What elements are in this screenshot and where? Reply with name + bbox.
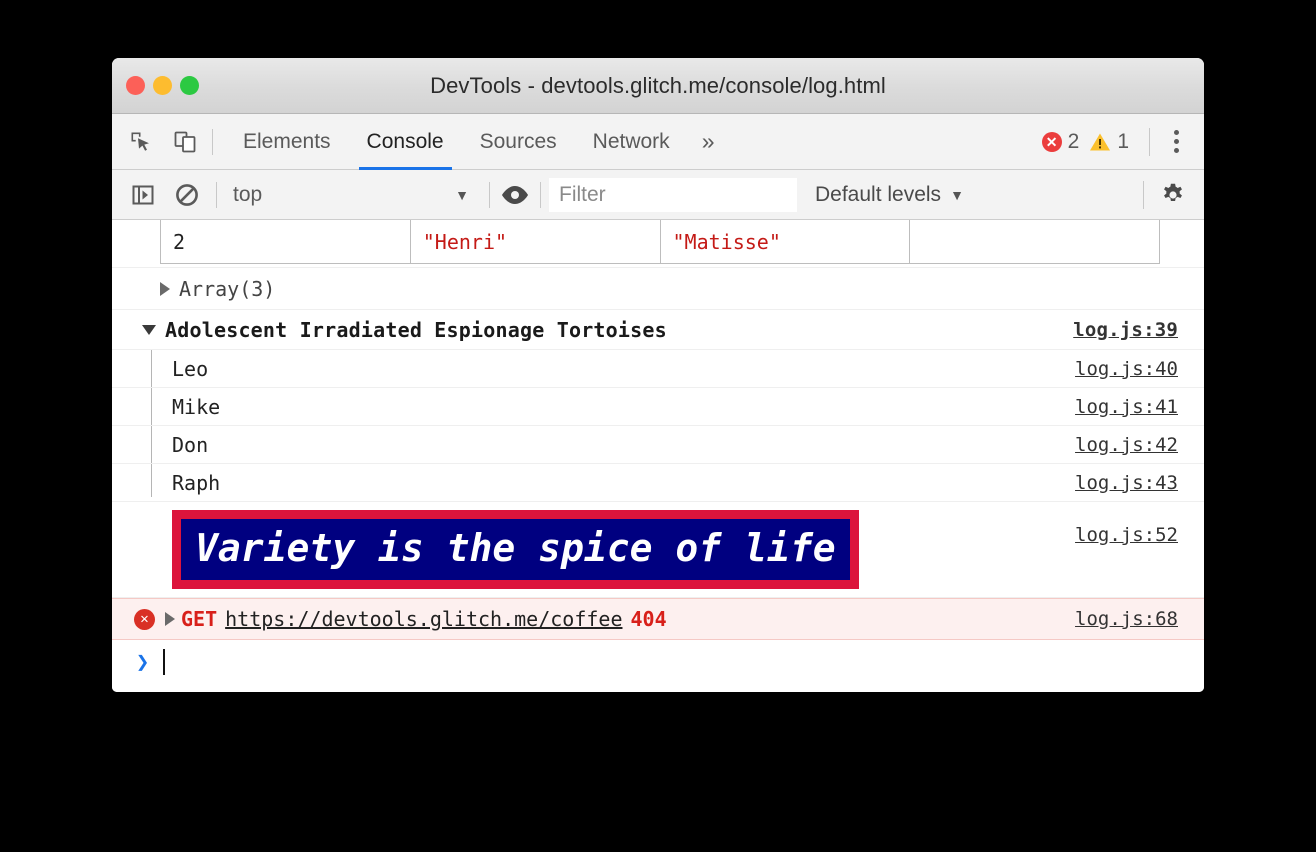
collapse-triangle-icon[interactable] [142, 325, 156, 335]
console-message-text: Raph [172, 471, 220, 495]
console-message-text: Don [172, 433, 208, 457]
array-label: Array(3) [179, 277, 275, 301]
request-method: GET [181, 607, 217, 631]
console-settings-gear-icon[interactable] [1156, 178, 1190, 212]
console-group-item: Raph log.js:43 [112, 464, 1204, 502]
table-cell-last-name: "Matisse" [660, 220, 910, 264]
styled-message-text: Variety is the spice of life [195, 526, 836, 570]
styled-message-box: Variety is the spice of life [172, 510, 859, 590]
console-toolbar-divider-2 [489, 182, 490, 208]
devtools-window: DevTools - devtools.glitch.me/console/lo… [112, 58, 1204, 692]
source-link[interactable]: log.js:40 [1075, 358, 1178, 380]
source-link[interactable]: log.js:42 [1075, 434, 1178, 456]
tab-network[interactable]: Network [575, 114, 688, 170]
console-group-item: Leo log.js:40 [112, 350, 1204, 388]
error-icon: ✕ [1042, 132, 1062, 152]
chevron-down-icon: ▼ [455, 188, 469, 202]
traffic-lights [126, 76, 199, 95]
tab-sources-label: Sources [480, 130, 557, 154]
tab-console[interactable]: Console [349, 114, 462, 170]
tab-network-label: Network [593, 130, 670, 154]
console-group-header[interactable]: Adolescent Irradiated Espionage Tortoise… [112, 310, 1204, 350]
text-cursor [163, 649, 165, 675]
log-level-value: Default levels [815, 183, 941, 207]
window-title-bar: DevTools - devtools.glitch.me/console/lo… [112, 58, 1204, 114]
window-title: DevTools - devtools.glitch.me/console/lo… [112, 73, 1204, 99]
console-sidebar-toggle-icon[interactable] [126, 178, 160, 212]
tab-sources[interactable]: Sources [462, 114, 575, 170]
console-toolbar-divider-4 [1143, 181, 1144, 209]
console-array-entry[interactable]: Array(3) [112, 268, 1204, 310]
toolbar-divider [212, 129, 213, 155]
filter-input[interactable] [549, 178, 797, 212]
source-link[interactable]: log.js:43 [1075, 472, 1178, 494]
chevron-double-right-icon: » [702, 128, 715, 155]
minimize-window-button[interactable] [153, 76, 172, 95]
maximize-window-button[interactable] [180, 76, 199, 95]
tab-elements[interactable]: Elements [225, 114, 349, 170]
console-group-title: Adolescent Irradiated Espionage Tortoise… [165, 318, 667, 342]
tab-elements-label: Elements [243, 130, 331, 154]
console-group-item: Don log.js:42 [112, 426, 1204, 464]
console-message-text: Mike [172, 395, 220, 419]
issue-counters[interactable]: ✕ 2 1 [1042, 130, 1133, 154]
console-error-message-row[interactable]: ✕ GET https://devtools.glitch.me/coffee … [112, 598, 1204, 640]
table-row: 2 "Henri" "Matisse" [161, 220, 1160, 264]
error-count: 2 [1068, 130, 1080, 154]
console-message-list[interactable]: 2 "Henri" "Matisse" Array(3) Adolescent … [112, 220, 1204, 692]
table-cell-index: 2 [161, 220, 411, 264]
log-level-selector[interactable]: Default levels ▼ [815, 183, 964, 207]
tab-console-label: Console [367, 130, 444, 154]
table-cell-first-name: "Henri" [410, 220, 660, 264]
console-styled-message-row: Variety is the spice of life log.js:52 [112, 502, 1204, 598]
live-expression-eye-icon[interactable] [498, 178, 532, 212]
warning-count: 1 [1117, 130, 1129, 154]
console-toolbar-divider-3 [540, 182, 541, 208]
clear-console-icon[interactable] [170, 178, 204, 212]
console-group-item: Mike log.js:41 [112, 388, 1204, 426]
source-link[interactable]: log.js:41 [1075, 396, 1178, 418]
warning-icon [1089, 132, 1111, 152]
prompt-chevron-icon: ❯ [136, 650, 149, 675]
request-url-link[interactable]: https://devtools.glitch.me/coffee [225, 607, 622, 631]
more-options-menu-icon[interactable] [1162, 124, 1190, 160]
response-status-code: 404 [630, 607, 666, 631]
console-toolbar-divider-1 [216, 182, 217, 208]
expand-triangle-icon[interactable] [160, 282, 170, 296]
devtools-tab-bar: Elements Console Sources Network » ✕ 2 [112, 114, 1204, 170]
source-link[interactable]: log.js:39 [1073, 319, 1178, 341]
chevron-down-icon: ▼ [950, 188, 964, 202]
counters-divider [1149, 128, 1150, 156]
console-message-text: Leo [172, 357, 208, 381]
console-toolbar: top ▼ Default levels ▼ [112, 170, 1204, 220]
error-icon: ✕ [134, 609, 155, 630]
table-cell-empty [910, 220, 1160, 264]
more-tabs-button[interactable]: » [688, 114, 729, 170]
console-table-row: 2 "Henri" "Matisse" [112, 220, 1204, 268]
source-link[interactable]: log.js:68 [1075, 608, 1178, 630]
console-table: 2 "Henri" "Matisse" [160, 220, 1160, 264]
console-prompt-row[interactable]: ❯ [112, 640, 1204, 684]
inspect-element-icon[interactable] [126, 127, 156, 157]
source-link[interactable]: log.js:52 [1075, 524, 1178, 546]
execution-context-selector[interactable]: top ▼ [229, 178, 481, 212]
expand-triangle-icon[interactable] [165, 612, 175, 626]
execution-context-value: top [233, 183, 262, 207]
close-window-button[interactable] [126, 76, 145, 95]
device-toolbar-icon[interactable] [170, 127, 200, 157]
